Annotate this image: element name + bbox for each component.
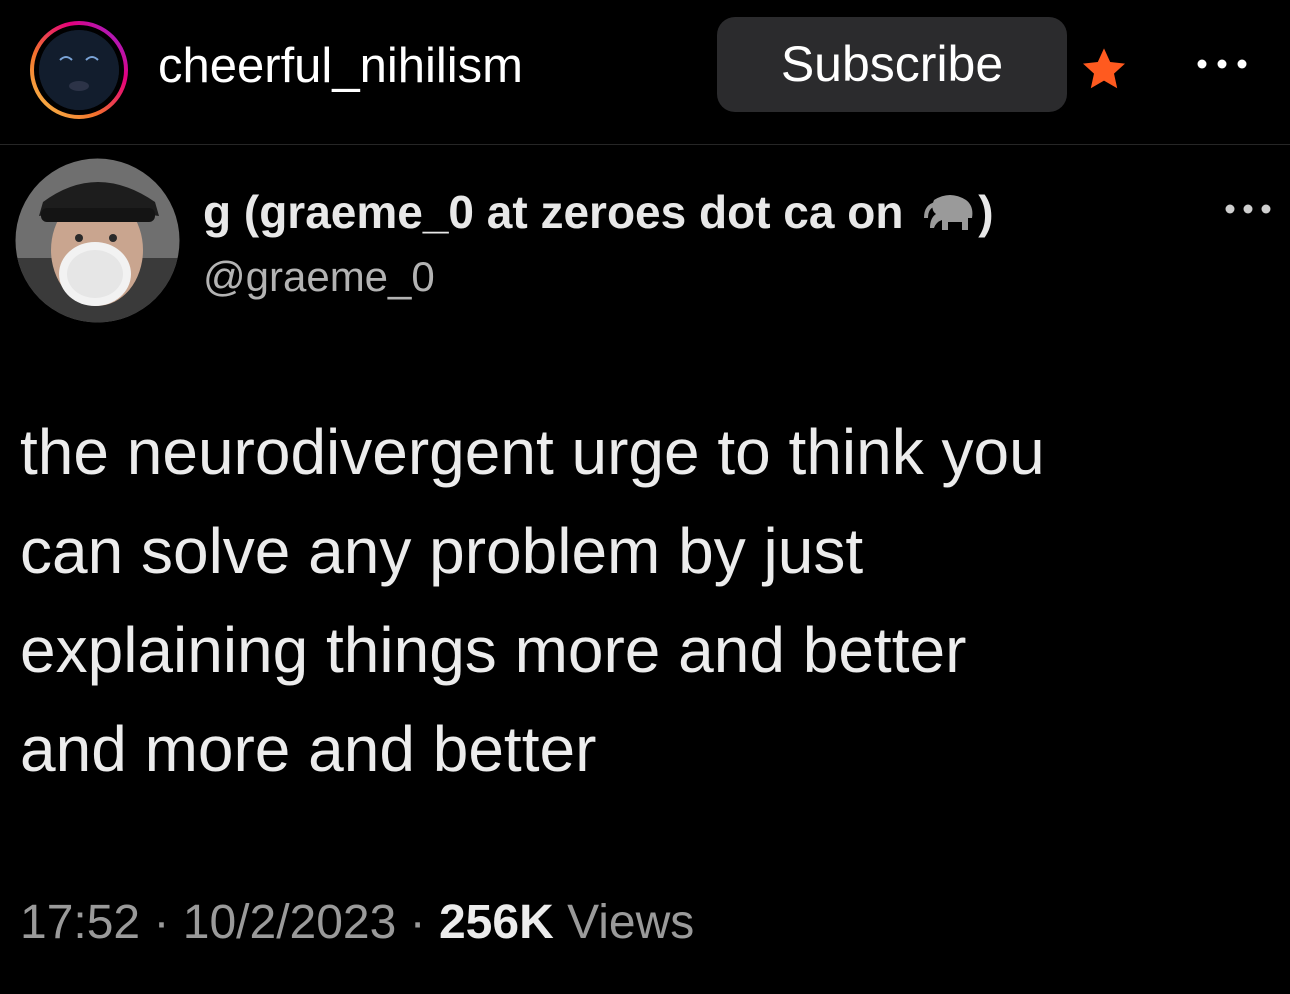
tweet-author-avatar [15, 158, 180, 323]
tweet-more-icon[interactable] [1222, 202, 1274, 216]
tweet-handle: @graeme_0 [203, 253, 435, 300]
display-name-suffix: ) [978, 186, 994, 238]
subscribe-button[interactable]: Subscribe [717, 17, 1067, 112]
display-name-text: g (graeme_0 at zeroes dot ca on [203, 186, 917, 238]
tweet-time: 17:52 [20, 896, 141, 949]
profile-avatar[interactable] [20, 20, 138, 120]
elephant-icon [920, 188, 976, 230]
more-options-icon[interactable] [1196, 56, 1248, 72]
username[interactable]: cheerful_nihilism [158, 36, 523, 96]
post-header: cheerful_nihilism Subscribe [0, 0, 1290, 145]
avatar-story-ring-icon [30, 21, 128, 119]
views-label: Views [553, 896, 695, 949]
tweet-meta: 17:52 · 10/2/2023 · 256K Views [20, 893, 694, 953]
views-count: 256K [438, 896, 554, 949]
tweet-display-name: g (graeme_0 at zeroes dot ca on ) [203, 184, 994, 240]
tweet-date: 10/2/2023 [182, 896, 397, 949]
star-icon[interactable] [1080, 46, 1128, 92]
tweet-text: the neurodivergent urge to think you can… [20, 416, 1045, 785]
meta-separator-2: · [396, 896, 439, 949]
meta-separator: · [140, 896, 183, 949]
